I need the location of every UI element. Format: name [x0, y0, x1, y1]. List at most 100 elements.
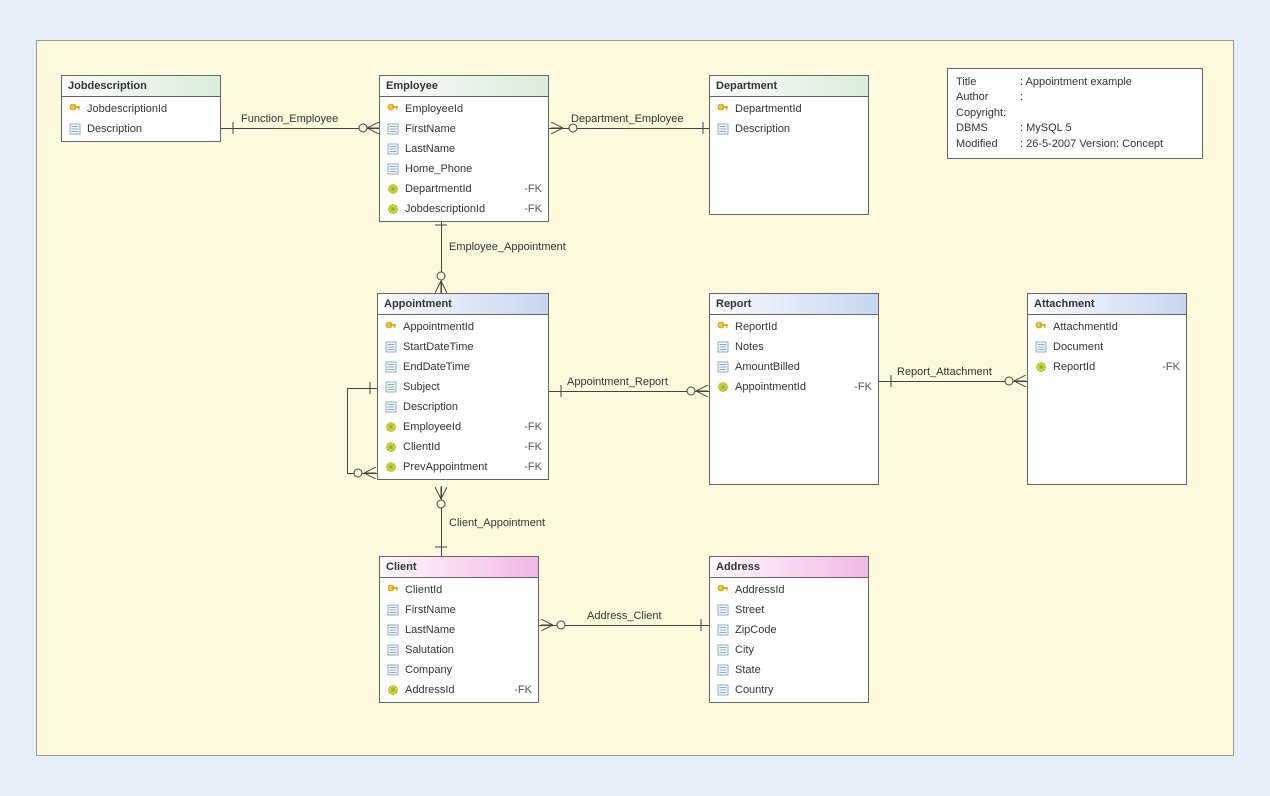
entity-department[interactable]: Department DepartmentId Description	[709, 75, 869, 215]
rel-client-appointment-label: Client_Appointment	[449, 517, 545, 529]
table-column: LastName	[380, 620, 538, 640]
rel-client-appointment-one	[435, 541, 447, 553]
field-icon	[384, 380, 398, 394]
col-fk-suffix: -FK	[524, 461, 542, 473]
field-icon	[716, 663, 730, 677]
table-column: LastName	[380, 139, 548, 159]
fk-icon	[386, 683, 400, 697]
rel-appointment-report-crow	[696, 385, 708, 397]
col-label: Description	[735, 123, 862, 135]
table-column: Company	[380, 660, 538, 680]
info-title-label: Title	[956, 75, 1020, 90]
col-label: ZipCode	[735, 624, 862, 636]
col-fk-suffix: -FK	[524, 441, 542, 453]
table-column: ClientId	[380, 580, 538, 600]
rel-address-client-zero	[555, 619, 567, 631]
entity-appointment[interactable]: Appointment AppointmentId StartDateTime …	[377, 293, 549, 480]
table-column: ZipCode	[710, 620, 868, 640]
col-label: Home_Phone	[405, 163, 542, 175]
canvas: Function_Employee Department_Employee Em…	[0, 0, 1270, 796]
rel-function-employee-line	[221, 128, 379, 129]
col-label: ReportId	[735, 321, 872, 333]
table-column: ClientId -FK	[378, 437, 548, 457]
entity-report-title: Report	[710, 294, 878, 315]
diagram-area: Function_Employee Department_Employee Em…	[36, 40, 1234, 756]
fk-icon	[384, 420, 398, 434]
field-icon	[716, 623, 730, 637]
table-column: ReportId -FK	[1028, 357, 1186, 377]
field-icon	[386, 643, 400, 657]
entity-employee[interactable]: Employee EmployeeId FirstName LastName H…	[379, 75, 549, 222]
entity-client-title: Client	[380, 557, 538, 578]
field-icon	[716, 643, 730, 657]
col-label: PrevAppointment	[403, 461, 520, 473]
col-label: FirstName	[405, 604, 532, 616]
info-modified-label: Modified	[956, 137, 1020, 152]
rel-function-employee-crow	[367, 122, 379, 134]
key-icon	[716, 583, 730, 597]
key-icon	[68, 102, 82, 116]
entity-report[interactable]: Report ReportId Notes AmountBilled Appoi…	[709, 293, 879, 485]
table-column: DepartmentId -FK	[380, 179, 548, 199]
col-label: AddressId	[735, 584, 862, 596]
field-icon	[384, 340, 398, 354]
entity-employee-title: Employee	[380, 76, 548, 97]
table-column: Street	[710, 600, 868, 620]
rel-client-appointment-zero	[435, 498, 447, 510]
field-icon	[386, 663, 400, 677]
col-label: Subject	[403, 381, 542, 393]
col-fk-suffix: -FK	[524, 421, 542, 433]
rel-appointment-self-crow	[364, 467, 376, 479]
fk-icon	[384, 440, 398, 454]
table-column: AppointmentId -FK	[710, 377, 878, 397]
table-column: AddressId	[710, 580, 868, 600]
table-column: City	[710, 640, 868, 660]
col-label: JobdescriptionId	[87, 103, 214, 115]
entity-client[interactable]: Client ClientId FirstName LastName Salut…	[379, 556, 539, 703]
col-label: LastName	[405, 143, 542, 155]
table-column: PrevAppointment -FK	[378, 457, 548, 477]
col-label: DepartmentId	[405, 183, 520, 195]
table-column: EmployeeId -FK	[378, 417, 548, 437]
table-column: Country	[710, 680, 868, 700]
key-icon	[384, 320, 398, 334]
col-label: Company	[405, 664, 532, 676]
entity-department-title: Department	[710, 76, 868, 97]
entity-address[interactable]: Address AddressId Street ZipCode City St…	[709, 556, 869, 703]
info-dbms-value: : MySQL 5	[1020, 121, 1072, 136]
field-icon	[386, 623, 400, 637]
info-author-value: :	[1020, 90, 1023, 105]
entity-appointment-title: Appointment	[378, 294, 548, 315]
col-label: Street	[735, 604, 862, 616]
key-icon	[386, 583, 400, 597]
field-icon	[716, 683, 730, 697]
key-icon	[716, 102, 730, 116]
rel-employee-appointment-label: Employee_Appointment	[449, 241, 566, 253]
table-column: State	[710, 660, 868, 680]
col-fk-suffix: -FK	[514, 684, 532, 696]
rel-address-client-crow	[541, 619, 553, 631]
field-icon	[386, 162, 400, 176]
entity-attachment[interactable]: Attachment AttachmentId Document ReportI…	[1027, 293, 1187, 485]
col-fk-suffix: -FK	[854, 381, 872, 393]
col-label: Document	[1053, 341, 1180, 353]
key-icon	[1034, 320, 1048, 334]
field-icon	[386, 603, 400, 617]
table-column: JobdescriptionId -FK	[380, 199, 548, 219]
table-column: AppointmentId	[378, 317, 548, 337]
table-column: StartDateTime	[378, 337, 548, 357]
rel-appointment-self-zero	[352, 467, 364, 479]
col-label: Salutation	[405, 644, 532, 656]
rel-function-employee-label: Function_Employee	[241, 113, 338, 125]
col-label: ReportId	[1053, 361, 1158, 373]
col-jobdescription-id: JobdescriptionId	[62, 99, 220, 119]
field-icon	[386, 142, 400, 156]
entity-jobdescription[interactable]: Jobdescription JobdescriptionId Descript…	[61, 75, 221, 142]
rel-report-attachment-label: Report_Attachment	[897, 366, 992, 378]
table-column: EmployeeId	[380, 99, 548, 119]
col-label: City	[735, 644, 862, 656]
table-column: Subject	[378, 377, 548, 397]
entity-jobdescription-title: Jobdescription	[62, 76, 220, 97]
rel-appointment-self-b	[347, 388, 348, 473]
rel-address-client-one	[695, 619, 707, 631]
